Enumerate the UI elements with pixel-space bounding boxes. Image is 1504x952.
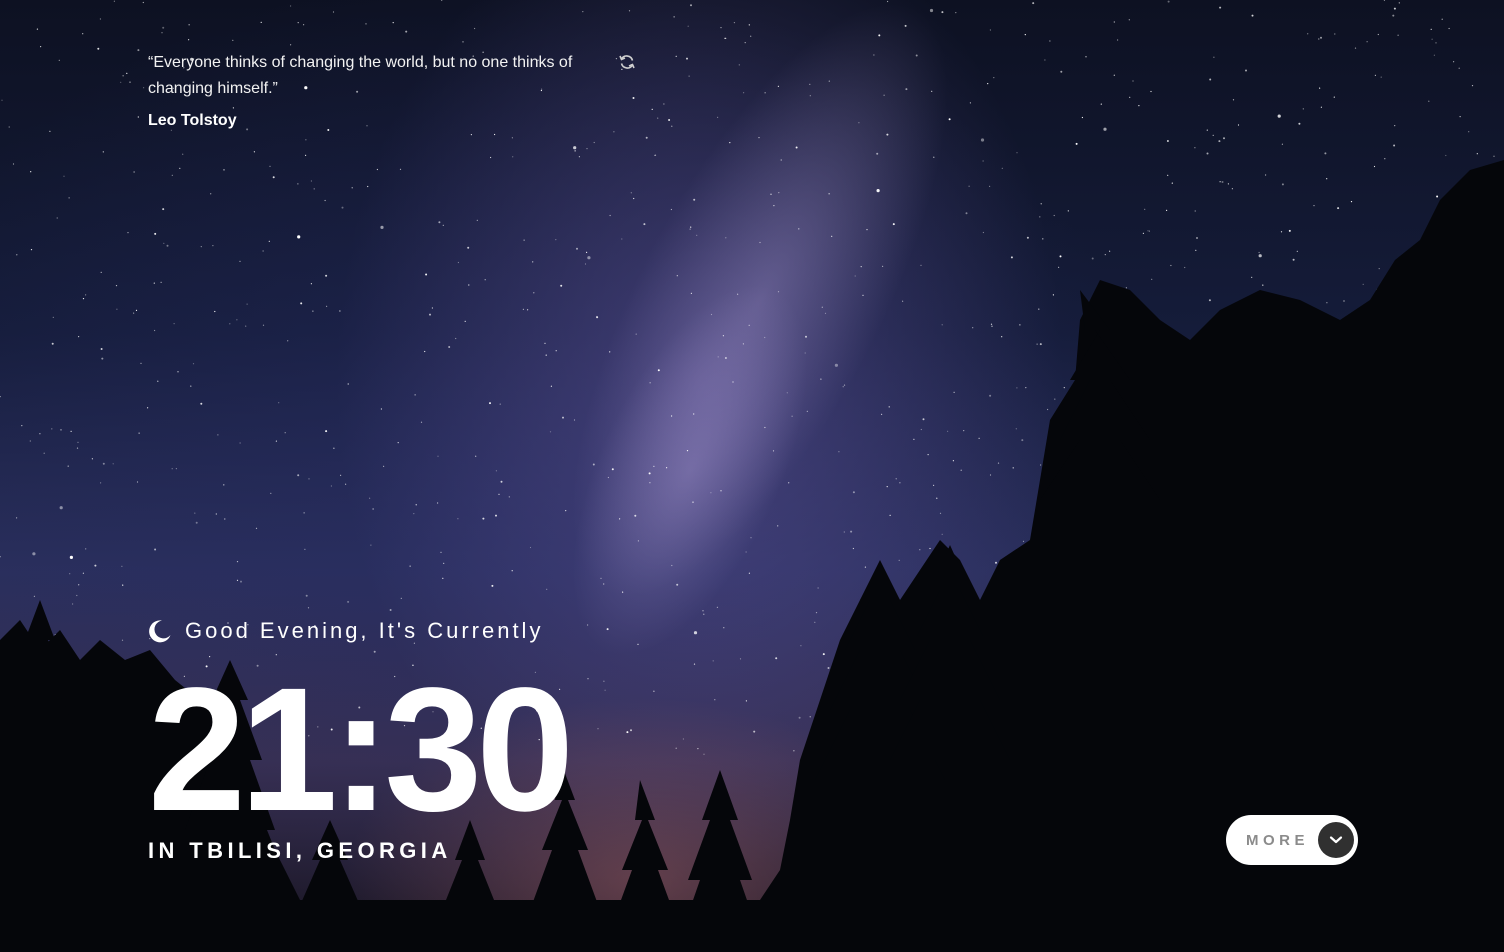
moon-icon <box>149 620 171 643</box>
more-button-label: MORE <box>1246 831 1309 849</box>
quote-text: “Everyone thinks of changing the world, … <box>148 54 573 97</box>
quote-block: “Everyone thinks of changing the world, … <box>148 50 648 130</box>
greeting-row: Good Evening, It's Currently <box>148 618 543 644</box>
greeting-text: Good Evening, It's Currently <box>185 618 544 643</box>
chevron-down-icon <box>1329 836 1343 844</box>
refresh-icon <box>619 55 635 69</box>
location: IN TBILISI, GEORGIA <box>148 838 452 863</box>
current-time: 21:30 <box>148 652 574 848</box>
more-arrow <box>1318 822 1354 858</box>
quote-author: Leo Tolstoy <box>148 112 237 129</box>
more-button[interactable]: MORE <box>1226 815 1358 865</box>
refresh-quote-button[interactable] <box>618 53 636 71</box>
